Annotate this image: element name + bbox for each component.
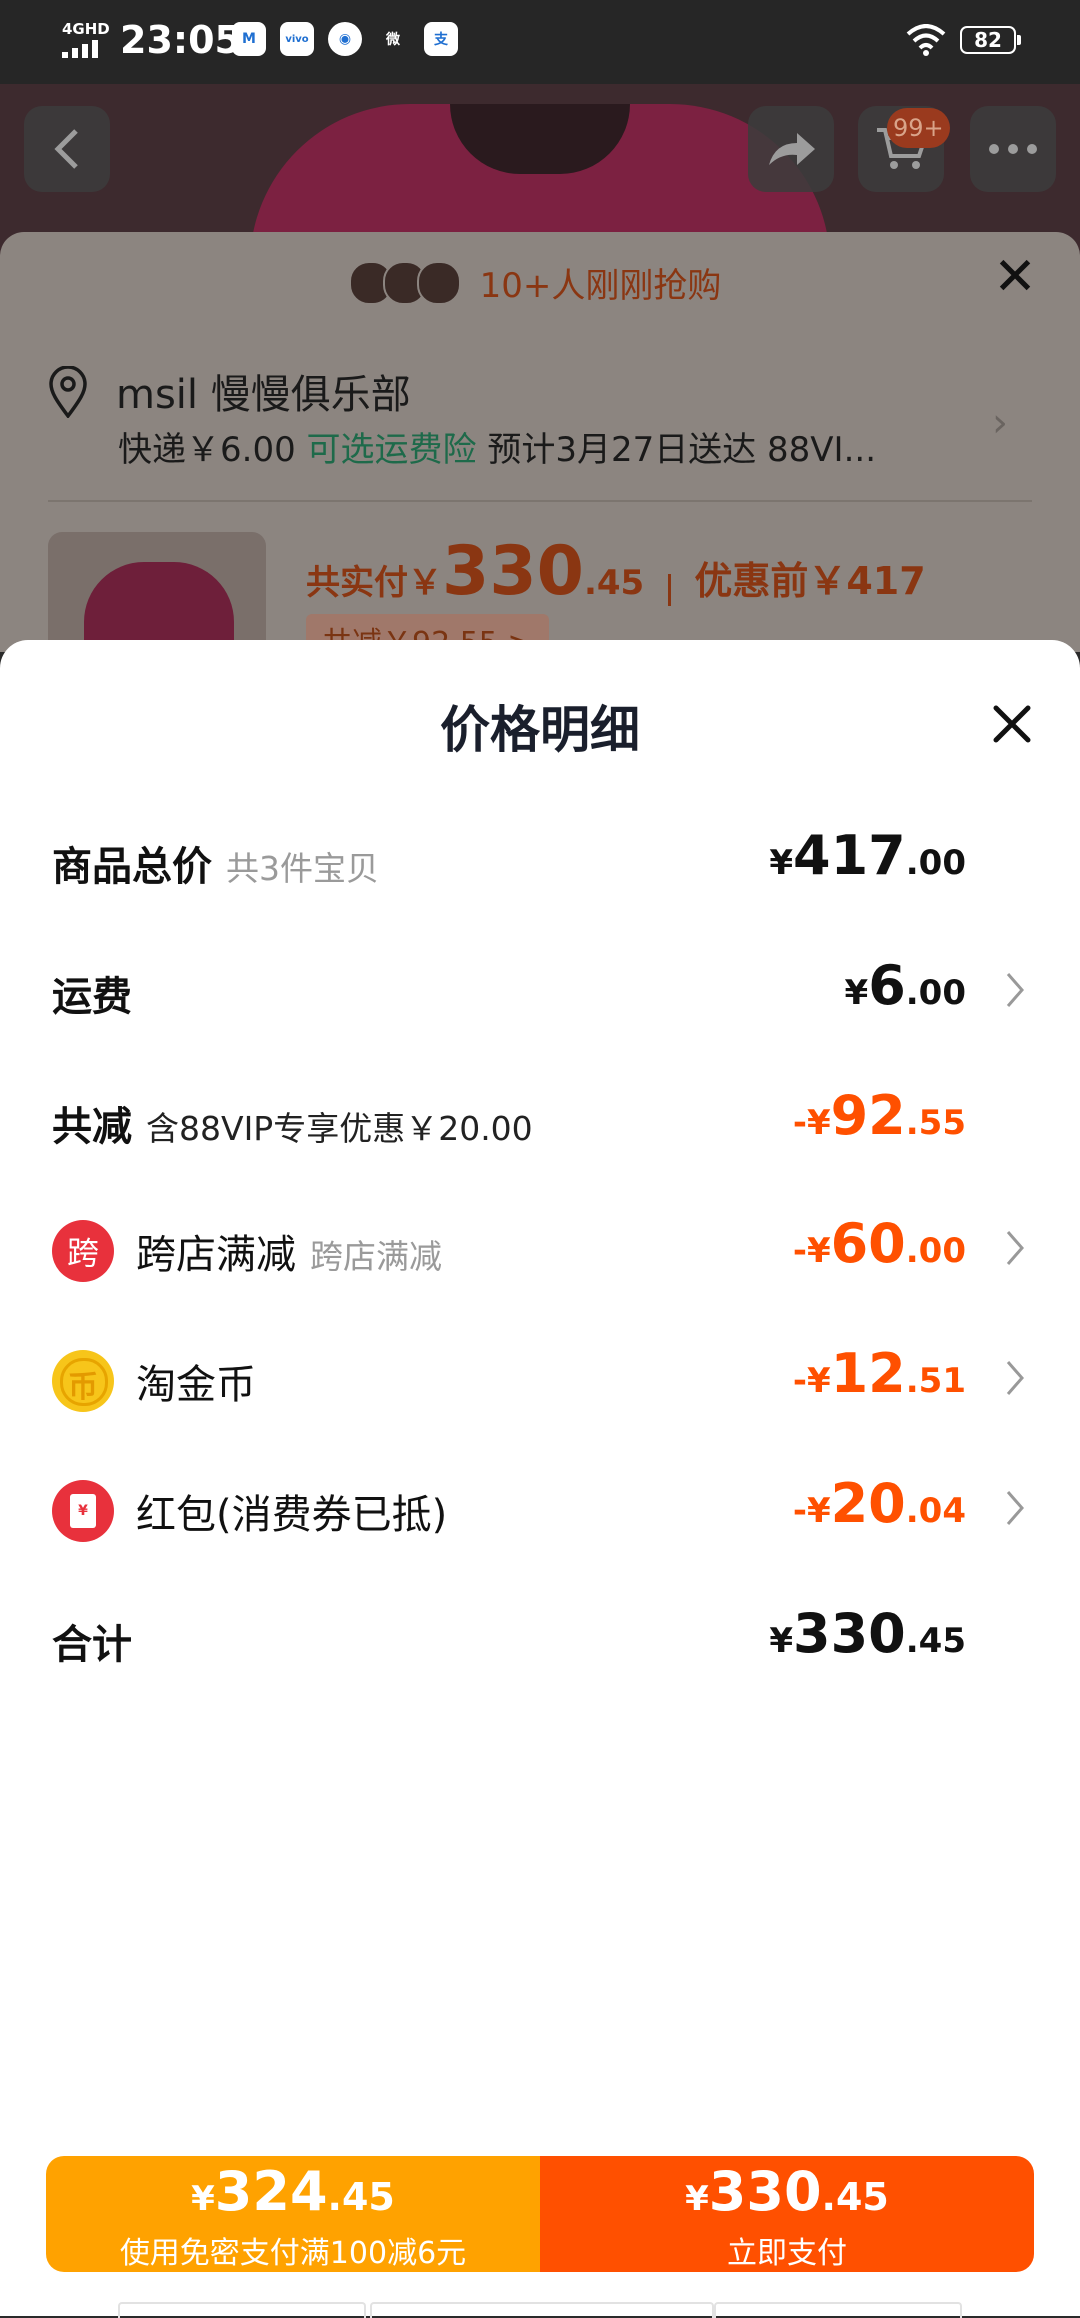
clock: 23:05 xyxy=(120,18,241,62)
order-confirm-panel: 10+人刚刚抢购 ✕ msil 慢慢俱乐部 快递￥6.00 可选运费险 预计3月… xyxy=(0,232,1080,692)
password-free-pay-note: 使用免密支付满100减6元 xyxy=(119,2236,467,2271)
goods-count: 共3件宝贝 xyxy=(226,849,379,888)
shipping-fee: 快递￥6.00 xyxy=(118,430,296,470)
goods-total-label: 商品总价 xyxy=(52,844,212,890)
cross-store-label: 跨店满减 xyxy=(136,1232,296,1278)
row-red-packet[interactable]: ¥ 红包(消费券已抵) -¥20.04 xyxy=(52,1470,1032,1550)
grand-total-amount: ¥330.45 xyxy=(769,1602,966,1665)
shipping-insurance-link[interactable]: 可选运费险 xyxy=(307,430,477,470)
network-indicator: 4GHD xyxy=(62,20,110,38)
shipping-amount: ¥6.00 xyxy=(844,954,966,1017)
weibo-app-icon: 微 xyxy=(386,32,400,48)
chevron-right-icon xyxy=(1006,1491,1024,1525)
red-packet-label: 红包(消费券已抵) xyxy=(136,1492,448,1538)
vip-discount-note: 含88VIP专享优惠￥20.00 xyxy=(146,1109,533,1148)
chevron-right-icon xyxy=(1006,1231,1024,1265)
recent-buyers-text: 10+人刚刚抢购 xyxy=(479,266,722,306)
discount-label: 共减 xyxy=(52,1104,132,1150)
delivery-estimate: 预计3月27日送达 88VI... xyxy=(487,430,877,470)
notification-icons: M vivo ◉ 微 支 xyxy=(232,22,458,56)
pay-now-label: 立即支付 xyxy=(727,2236,847,2271)
sheet-title: 价格明细 xyxy=(440,701,640,759)
more-button[interactable] xyxy=(970,106,1056,192)
divider xyxy=(48,500,1032,502)
share-icon xyxy=(769,133,815,165)
pay-bar: ¥324.45 使用免密支付满100减6元 ¥330.45 立即支付 xyxy=(46,2156,1034,2272)
red-packet-amount: -¥20.04 xyxy=(792,1472,966,1535)
row-discount: 共减 含88VIP专享优惠￥20.00 -¥92.55 xyxy=(52,1082,1032,1162)
paid-dec: .45 xyxy=(583,563,645,603)
alipay-app-icon: 支 xyxy=(424,22,458,56)
paid-int: 330 xyxy=(442,532,584,611)
row-goods-total: 商品总价 共3件宝贝 ¥417.00 xyxy=(52,822,1032,902)
red-packet-icon: ¥ xyxy=(52,1480,114,1542)
chevron-right-icon: › xyxy=(992,400,1008,446)
cart-count-badge: 99+ xyxy=(887,108,950,148)
grand-total-label: 合计 xyxy=(52,1622,132,1668)
cross-store-icon: 跨 xyxy=(52,1220,114,1282)
meitu-app-icon: M xyxy=(232,22,266,56)
cross-store-sub: 跨店满减 xyxy=(310,1237,442,1276)
coins-label: 淘金币 xyxy=(136,1362,256,1408)
row-taojinbi[interactable]: 币 淘金币 -¥12.51 xyxy=(52,1340,1032,1420)
more-dots-icon xyxy=(989,144,1037,154)
paid-label: 共实付￥ xyxy=(306,563,442,603)
buyer-avatar xyxy=(416,260,461,305)
coins-amount: -¥12.51 xyxy=(792,1342,966,1405)
goods-total-amount: ¥417.00 xyxy=(769,824,966,887)
chevron-right-icon xyxy=(1006,973,1024,1007)
back-button[interactable] xyxy=(24,106,110,192)
shipping-label: 运费 xyxy=(52,974,132,1020)
price-detail-sheet: 价格明细 商品总价 共3件宝贝 ¥417.00 运费 ¥6.00 共减 含88VIP… xyxy=(0,640,1080,2316)
chevron-right-icon xyxy=(1006,1361,1024,1395)
battery-icon: 82 xyxy=(960,26,1021,54)
recent-buyers: 10+人刚刚抢购 xyxy=(0,258,1080,307)
status-bar: 4GHD 23:05 M vivo ◉ 微 支 82 xyxy=(0,0,1080,84)
wifi-icon xyxy=(906,24,946,56)
location-pin-icon xyxy=(49,366,87,418)
share-button[interactable] xyxy=(748,106,834,192)
coin-icon: 币 xyxy=(52,1350,114,1412)
password-free-pay-button[interactable]: ¥324.45 使用免密支付满100减6元 xyxy=(46,2156,540,2272)
vivo-app-icon: vivo xyxy=(280,22,314,56)
shipping-info: 快递￥6.00 可选运费险 预计3月27日送达 88VI... xyxy=(118,422,876,471)
original-price: 优惠前￥417 xyxy=(694,559,926,603)
address-name: msil 慢慢俱乐部 xyxy=(116,372,411,418)
row-grand-total: 合计 ¥330.45 xyxy=(52,1600,1032,1680)
signal-icon xyxy=(62,40,98,58)
pay-now-amount: ¥330.45 xyxy=(685,2160,889,2223)
row-cross-store-discount[interactable]: 跨 跨店满减 跨店满减 -¥60.00 xyxy=(52,1210,1032,1290)
password-free-pay-amount: ¥324.45 xyxy=(191,2160,395,2223)
paid-summary: 共实付￥330.45 优惠前￥417 xyxy=(306,532,926,611)
close-icon[interactable] xyxy=(988,700,1036,748)
order-close-button[interactable]: ✕ xyxy=(990,251,1040,304)
cross-store-amount: -¥60.00 xyxy=(792,1212,966,1275)
row-shipping[interactable]: 运费 ¥6.00 xyxy=(52,952,1032,1032)
browser-app-icon: ◉ xyxy=(328,22,362,56)
pay-now-button[interactable]: ¥330.45 立即支付 xyxy=(540,2156,1034,2272)
discount-amount: -¥92.55 xyxy=(792,1084,966,1147)
chevron-left-icon xyxy=(54,129,78,169)
